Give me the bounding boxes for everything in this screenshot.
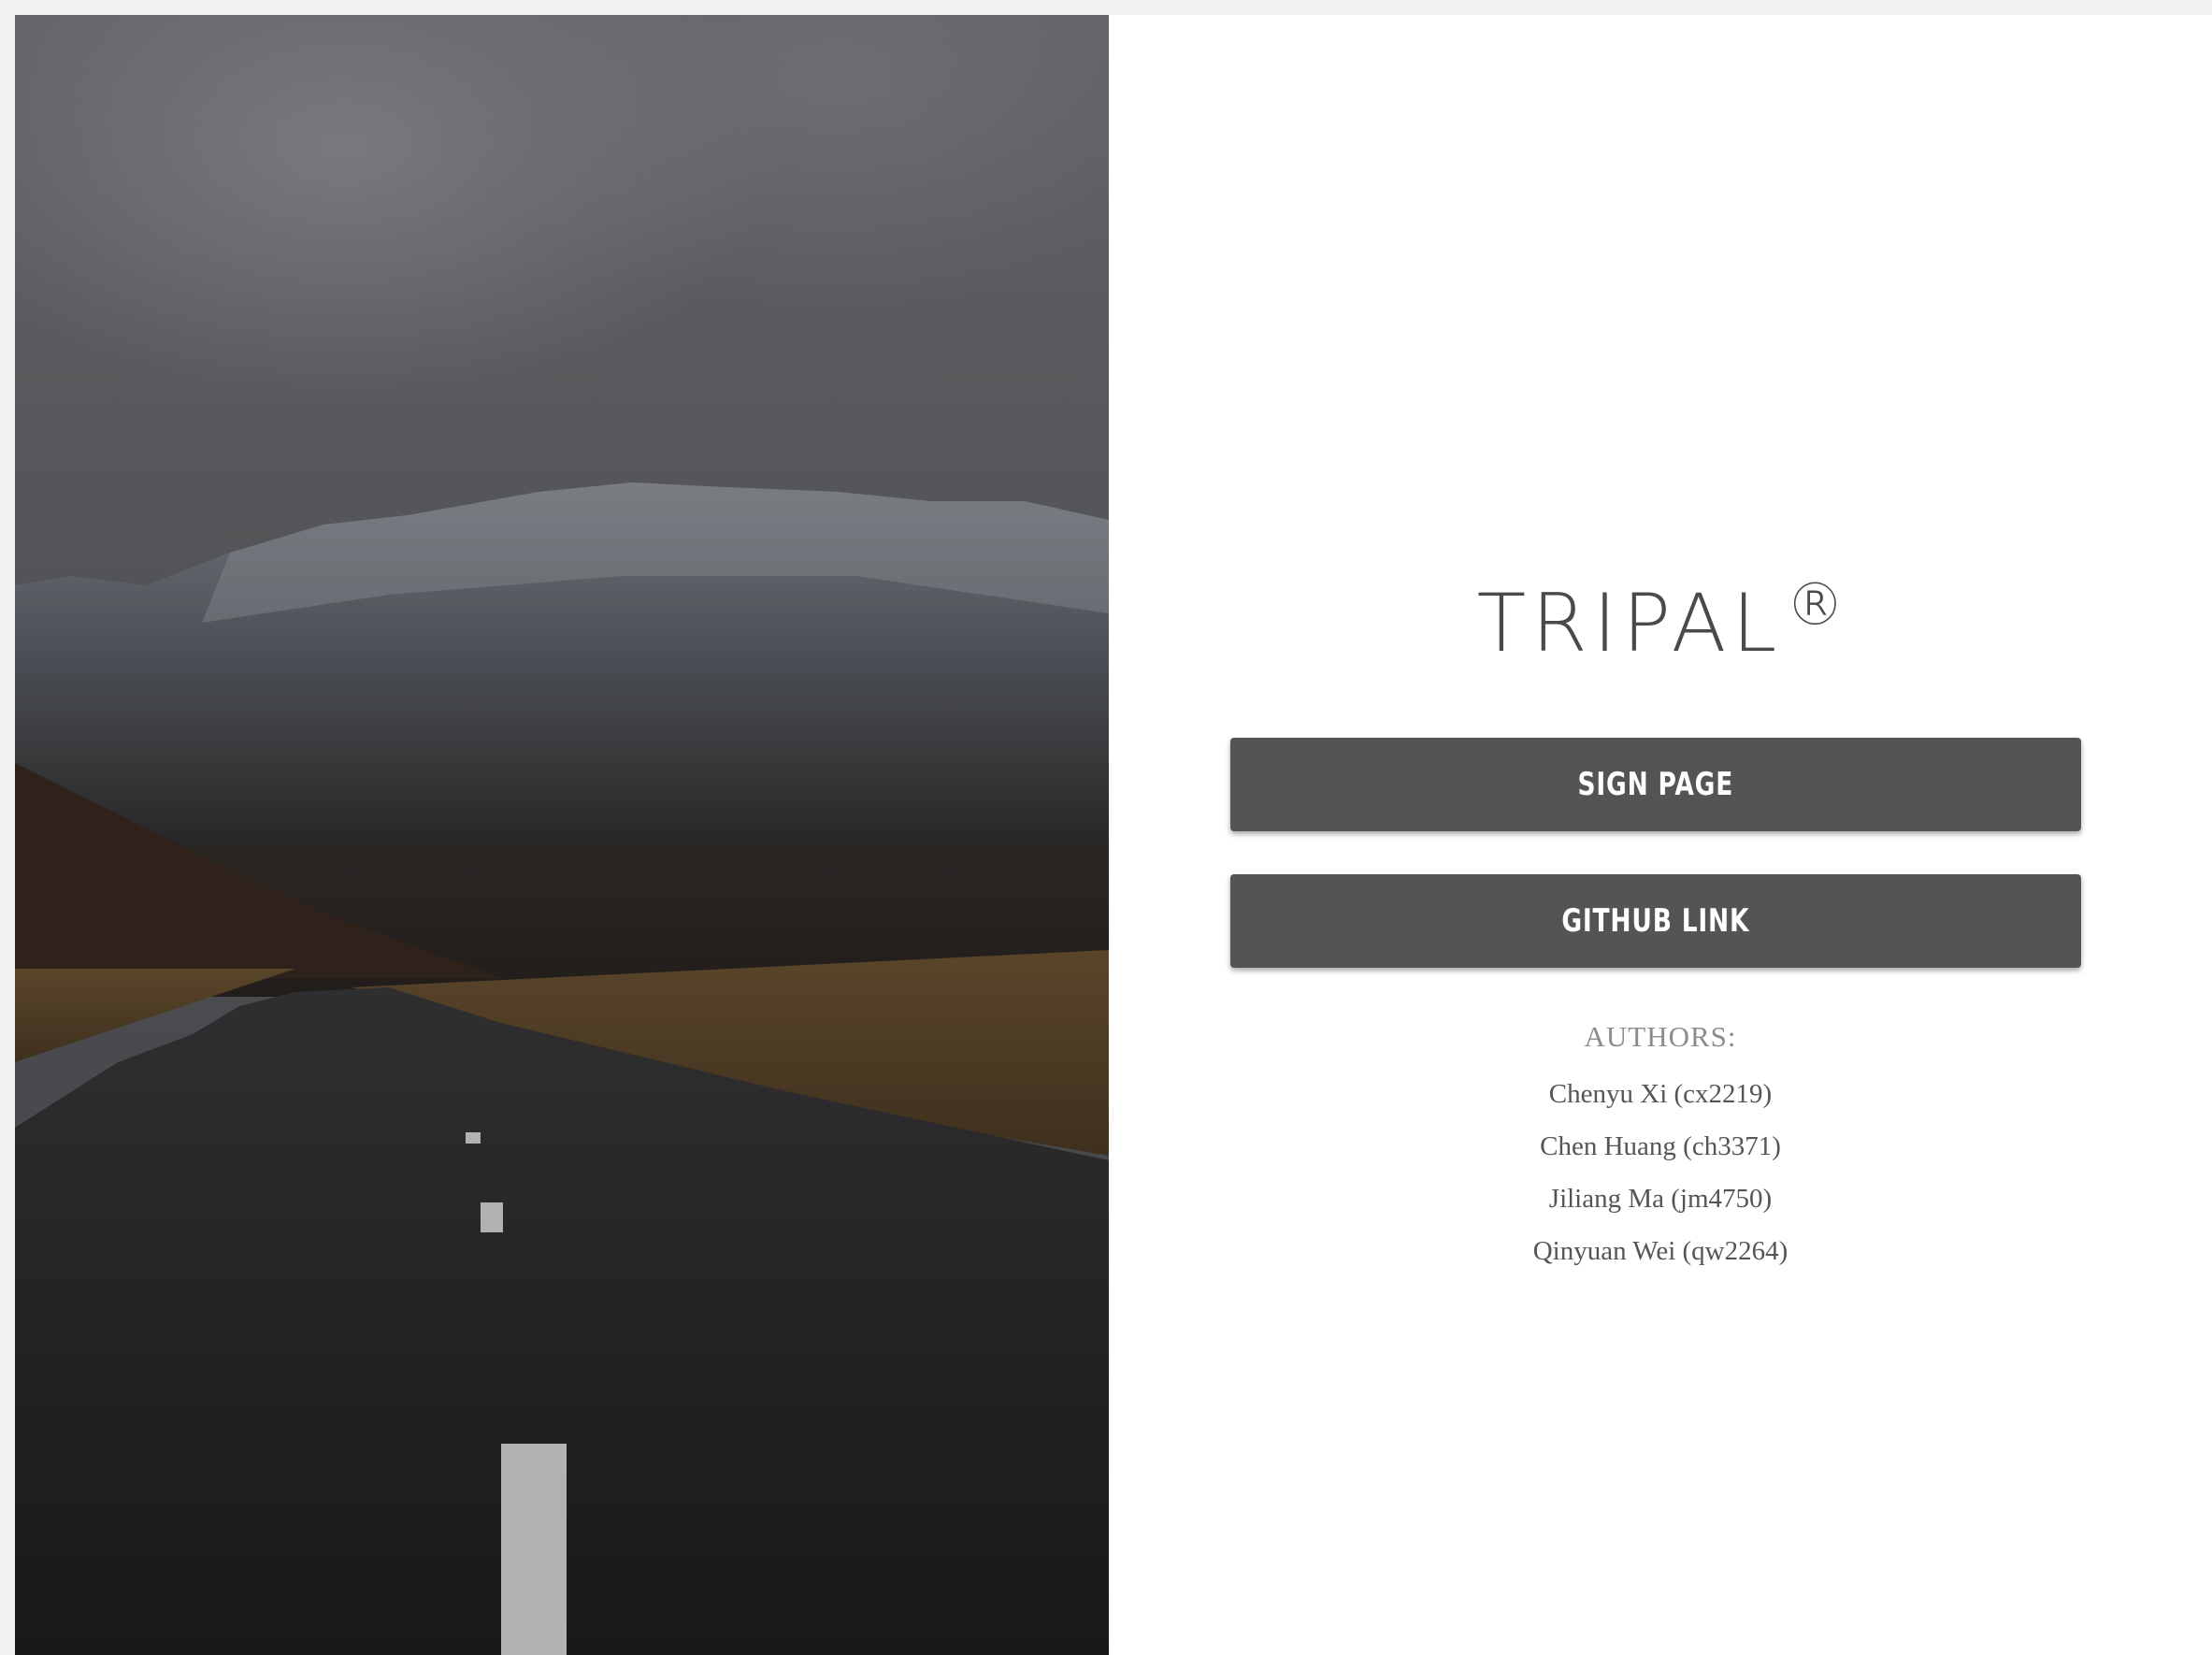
author-item: Jiliang Ma (jm4750)	[1548, 1184, 1773, 1214]
github-link-button[interactable]: GITHUB LINK	[1230, 874, 2081, 968]
author-item: Chen Huang (ch3371)	[1540, 1131, 1781, 1161]
author-item: Qinyuan Wei (qw2264)	[1532, 1236, 1788, 1266]
brand-logo: TRIPAL®	[1109, 576, 2212, 665]
authors-section: AUTHORS: Chenyu Xi (cx2219) Chen Huang (…	[1109, 1020, 2212, 1277]
registered-mark: ®	[1786, 570, 1845, 639]
hero-image	[15, 15, 1109, 1655]
sign-page-label: SIGN PAGE	[1577, 766, 1734, 803]
sign-page-button[interactable]: SIGN PAGE	[1230, 738, 2081, 831]
brand-name: TRIPAL	[1476, 577, 1783, 670]
content-panel: TRIPAL® SIGN PAGE GITHUB LINK AUTHORS: C…	[1109, 15, 2212, 1655]
authors-heading: AUTHORS:	[1584, 1020, 1737, 1053]
github-link-label: GITHUB LINK	[1561, 902, 1750, 940]
author-item: Chenyu Xi (cx2219)	[1548, 1079, 1773, 1109]
page-frame: TRIPAL® SIGN PAGE GITHUB LINK AUTHORS: C…	[15, 15, 2212, 1655]
